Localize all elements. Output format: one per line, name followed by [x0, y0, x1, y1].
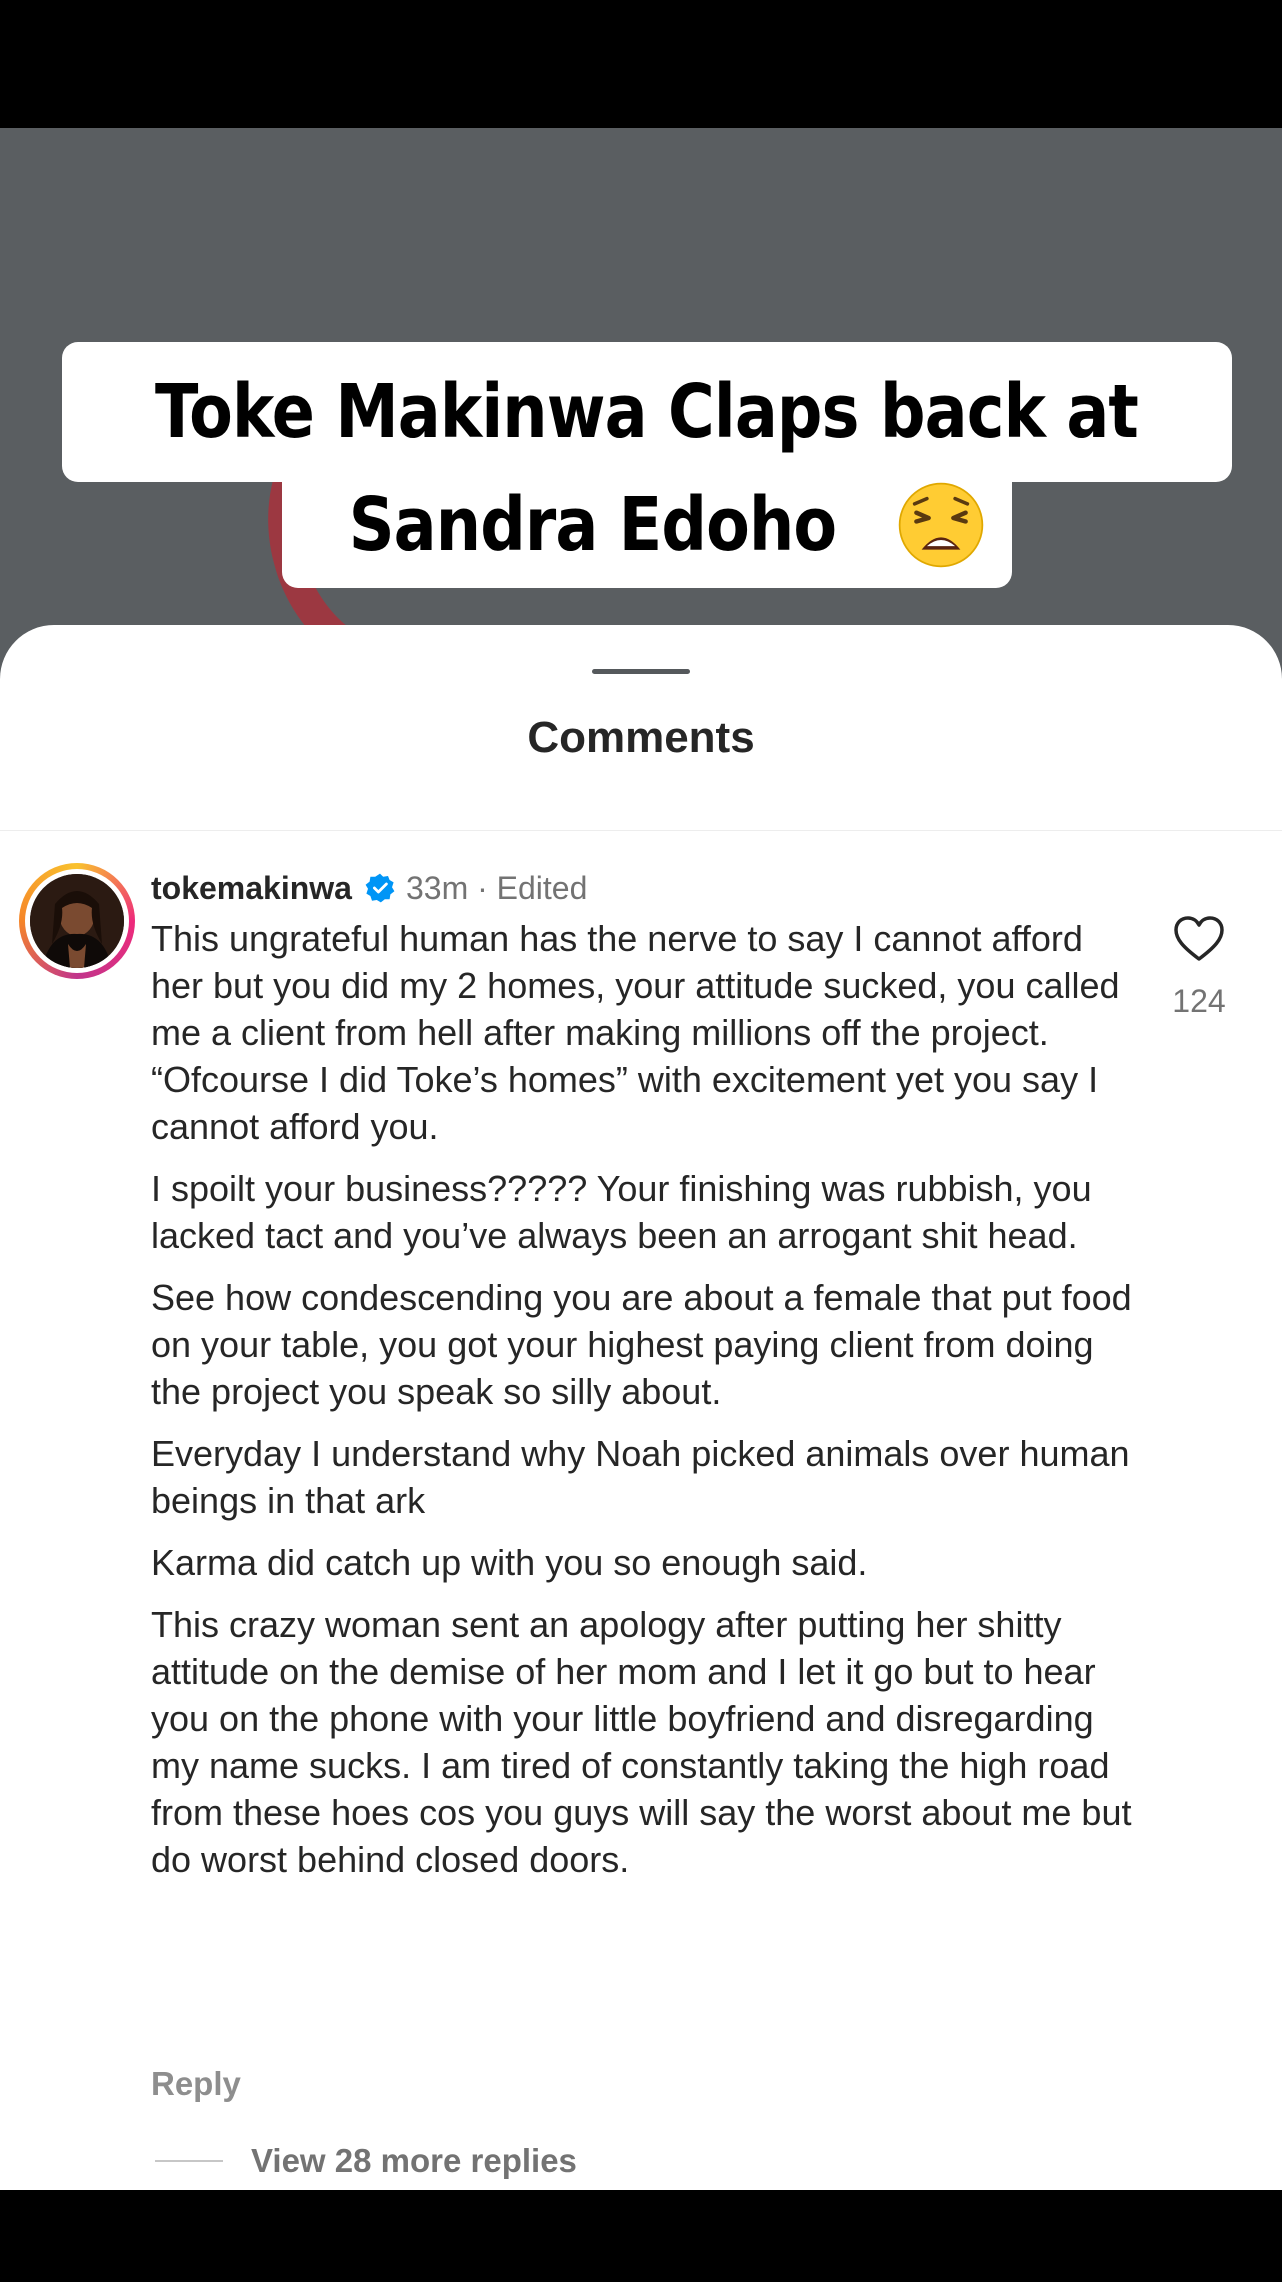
heart-outline-icon[interactable] [1173, 915, 1225, 963]
comments-sheet: Comments tokemakinwa 33m · Edited This u… [0, 625, 1282, 2190]
username[interactable]: tokemakinwa [151, 870, 352, 907]
view-replies-row[interactable]: View 28 more replies [155, 2139, 577, 2183]
comment-header: tokemakinwa 33m · Edited [151, 865, 587, 911]
comment-paragraph: Everyday I understand why Noah picked an… [151, 1433, 1130, 1521]
weary-face-emoji-icon [899, 482, 984, 568]
view-more-replies-link[interactable]: View 28 more replies [251, 2142, 577, 2180]
drag-handle[interactable] [592, 669, 690, 674]
headline-text-2: Sandra Edoho [348, 482, 836, 568]
top-black-bar [0, 0, 1282, 128]
comment-paragraph: See how condescending you are about a fe… [151, 1277, 1132, 1412]
like-count: 124 [1172, 983, 1226, 1019]
headline-text-1: Toke Makinwa Claps back at [155, 369, 1139, 455]
bottom-black-bar [0, 2190, 1282, 2282]
replies-divider-line [155, 2160, 223, 2162]
comment-paragraph: This crazy woman sent an apology after p… [151, 1604, 1132, 1880]
avatar[interactable] [19, 863, 135, 979]
headline-line-1: Toke Makinwa Claps back at [62, 342, 1232, 482]
comment-text: This ungrateful human has the nerve to s… [151, 915, 1136, 1898]
sheet-title: Comments [527, 713, 755, 762]
verified-badge-icon [365, 873, 395, 903]
avatar-photo [30, 874, 124, 968]
reply-button[interactable]: Reply [151, 2065, 241, 2103]
comment-timestamp: 33m · Edited [405, 869, 588, 906]
comment-paragraph: Karma did catch up with you so enough sa… [151, 1542, 868, 1583]
comment-paragraph: This ungrateful human has the nerve to s… [151, 918, 1120, 1147]
comment-paragraph: I spoilt your business????? Your finishi… [151, 1168, 1092, 1256]
divider [0, 830, 1282, 831]
headline-line-2: Sandra Edoho [282, 462, 1012, 588]
